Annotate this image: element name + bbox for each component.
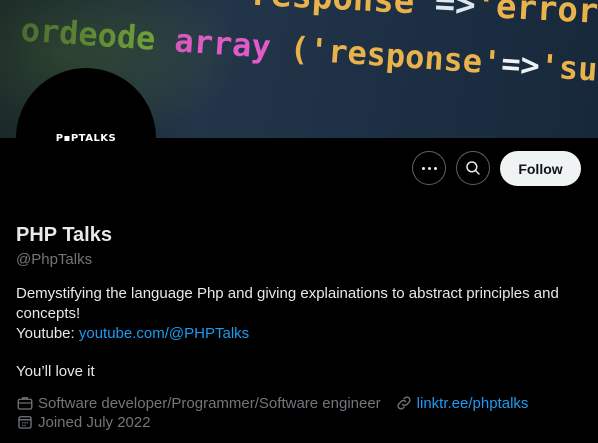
youtube-link[interactable]: youtube.com/@PHPTalks [79,325,249,342]
bio-closing-text: You’ll love it [16,363,95,380]
search-icon [466,161,480,175]
profile-bio: Demystifying the language Php and giving… [16,284,586,344]
profile-name: PHP Talks [16,224,112,246]
follow-button[interactable]: Follow [500,151,581,186]
profile-joined-row: Joined July 2022 [16,413,151,431]
search-button[interactable] [456,151,490,185]
website-link[interactable]: linktr.ee/phptalks [417,395,529,412]
profile-meta-row: Software developer/Programmer/Software e… [16,394,528,412]
bio-youtube-line: Youtube: youtube.com/@PHPTalks [16,324,586,344]
calendar-icon [16,413,34,431]
avatar-logo: P▪PTALKS [55,132,117,144]
bio-text: Demystifying the language Php and giving… [16,285,559,322]
code-token: 'response' [229,0,436,23]
youtube-label: Youtube: [16,325,75,342]
briefcase-icon [16,394,34,412]
link-icon [395,394,413,412]
more-icon [421,166,437,170]
profession-text: Software developer/Programmer/Software e… [38,394,381,412]
code-token: ('response' [288,29,503,83]
profile-handle: @PhpTalks [16,251,93,268]
avatar[interactable]: P▪PTALKS [16,68,156,208]
joined-date: Joined July 2022 [38,413,151,431]
code-token: 'success'); [538,46,598,100]
code-token: => [500,44,542,85]
more-options-button[interactable] [412,151,446,185]
code-token: 'error', 'mes [474,0,598,39]
code-token: => [433,0,477,26]
